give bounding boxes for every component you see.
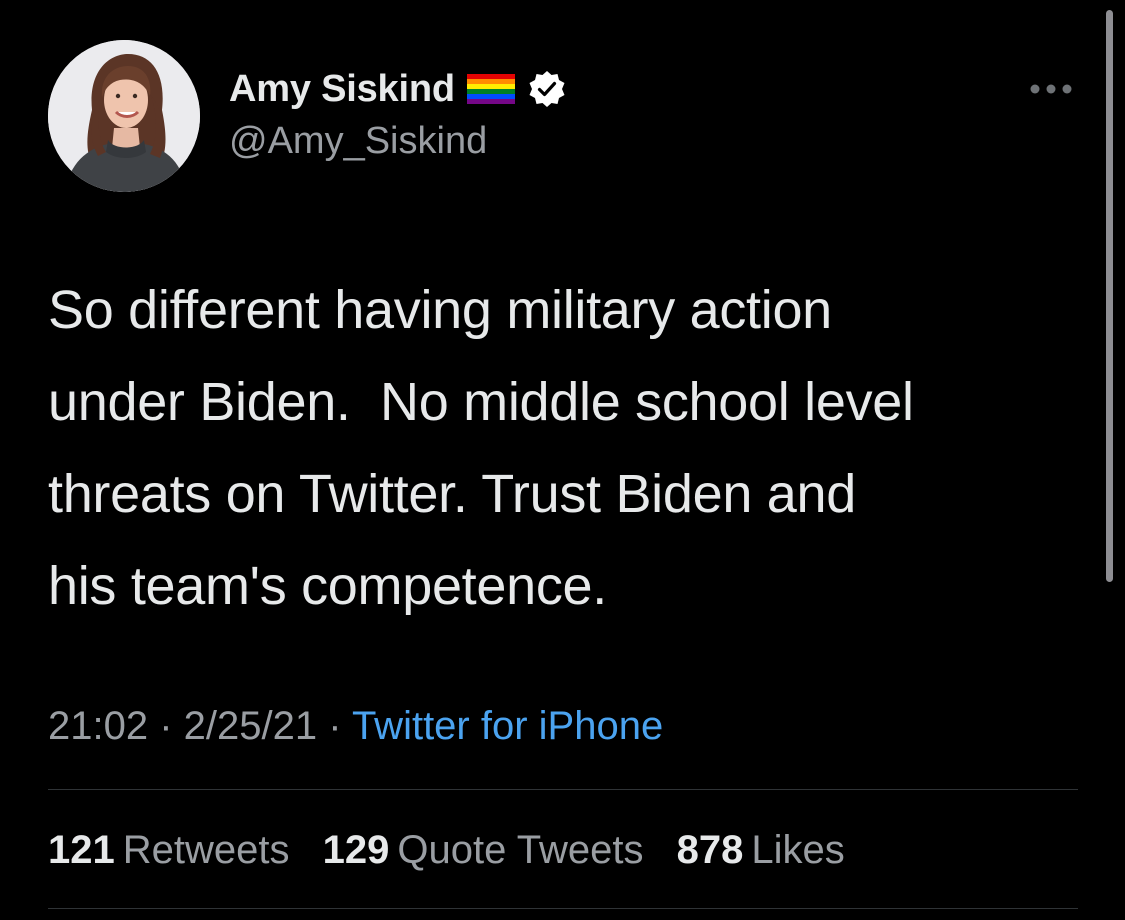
quote-tweets-stat[interactable]: 129 Quote Tweets bbox=[323, 824, 644, 876]
author-handle[interactable]: @Amy_Siskind bbox=[229, 118, 487, 164]
tweet-date: 2/25/21 bbox=[183, 704, 318, 748]
retweets-label: Retweets bbox=[122, 828, 290, 872]
tweet-stats: 121 Retweets 129 Quote Tweets 878 Likes bbox=[48, 824, 867, 876]
avatar-image bbox=[48, 40, 200, 192]
likes-label: Likes bbox=[751, 828, 845, 872]
meta-separator: · bbox=[317, 704, 352, 748]
quote-tweets-count: 129 bbox=[322, 828, 390, 872]
tweet-meta: 21:02 · 2/25/21 · Twitter for iPhone bbox=[48, 700, 663, 752]
author-display-name[interactable]: Amy Siskind bbox=[229, 66, 455, 112]
author-name-row: Amy Siskind bbox=[229, 66, 567, 112]
tweet-source-link[interactable]: Twitter for iPhone bbox=[352, 704, 663, 748]
verified-icon bbox=[527, 69, 567, 109]
likes-stat[interactable]: 878 Likes bbox=[677, 824, 845, 876]
scrollbar[interactable] bbox=[1106, 10, 1113, 582]
tweet-text: So different having military action unde… bbox=[48, 280, 914, 616]
tweet-time: 21:02 bbox=[48, 704, 149, 748]
retweets-count: 121 bbox=[48, 828, 115, 872]
divider bbox=[48, 908, 1078, 909]
rainbow-flag-icon bbox=[466, 74, 515, 104]
more-horizontal-icon[interactable] bbox=[1028, 82, 1074, 96]
avatar[interactable] bbox=[48, 40, 200, 192]
retweets-stat[interactable]: 121 Retweets bbox=[48, 824, 290, 876]
meta-separator: · bbox=[148, 704, 184, 748]
likes-count: 878 bbox=[676, 828, 744, 872]
divider bbox=[48, 789, 1078, 790]
tweet-detail: Amy Siskind @Amy_Siskind So different ha… bbox=[0, 0, 1125, 920]
quote-tweets-label: Quote Tweets bbox=[397, 828, 644, 872]
